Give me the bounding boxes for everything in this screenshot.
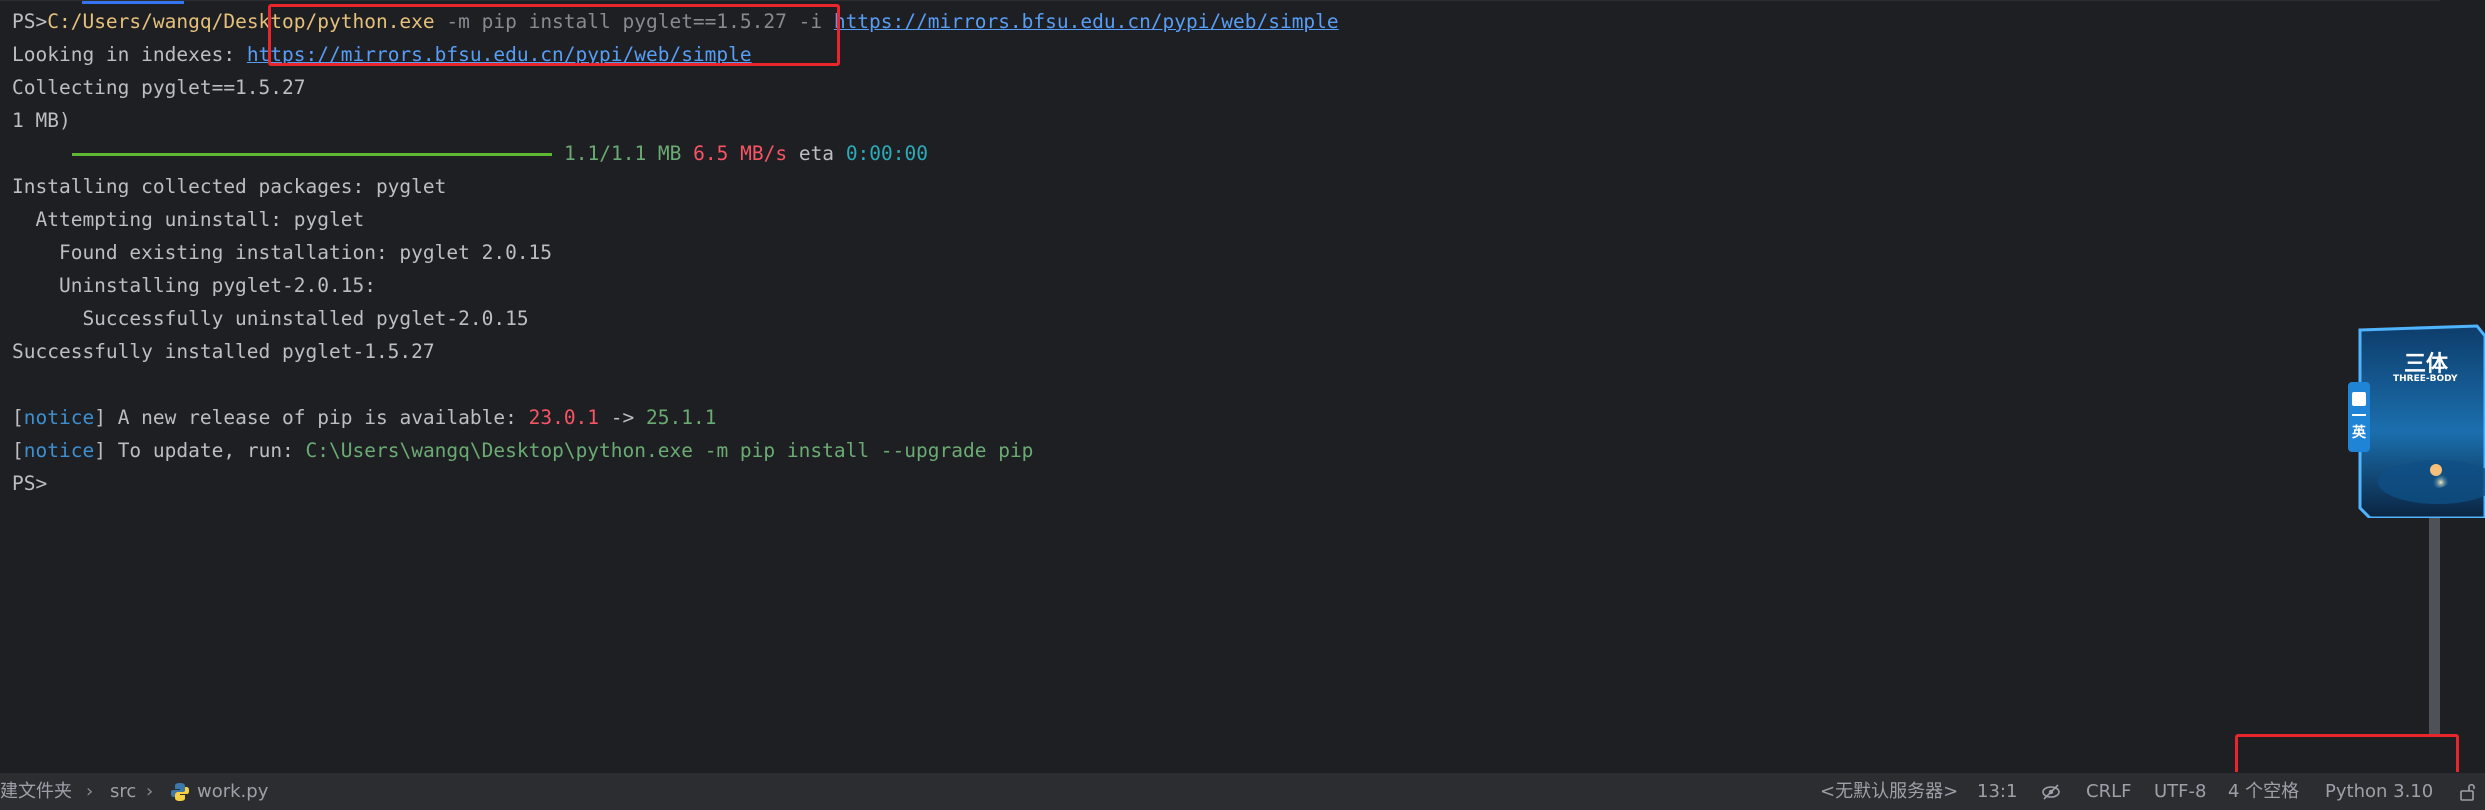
terminal-line: Successfully uninstalled pyglet-2.0.15 xyxy=(12,307,529,330)
breadcrumb-file[interactable]: work.py xyxy=(197,773,268,810)
terminal-prompt[interactable]: PS> xyxy=(12,469,47,499)
terminal-line: Attempting uninstall: pyglet xyxy=(12,208,365,231)
notice-line-release: [notice] A new release of pip is availab… xyxy=(12,406,717,429)
notice-line-update: [notice] To update, run: C:\Users\wangq\… xyxy=(12,439,1034,462)
terminal-line: 1 MB) xyxy=(12,109,71,132)
progress-speed: 6.5 MB/s xyxy=(693,142,788,165)
terminal-line: Successfully installed pyglet-1.5.27 xyxy=(12,340,435,363)
terminal-line: Collecting pyglet==1.5.27 xyxy=(12,76,306,99)
index-url-link[interactable]: https://mirrors.bfsu.edu.cn/pypi/web/sim… xyxy=(834,10,1339,33)
chevron-right-icon: › xyxy=(86,781,94,802)
download-progress: 1.1/1.1 MB 6.5 MB/s eta 0:00:00 xyxy=(72,139,928,169)
progress-eta: 0:00:00 xyxy=(845,142,928,165)
encoding-selector[interactable]: UTF-8 xyxy=(2154,773,2206,810)
terminal-line: Installing collected packages: pyglet xyxy=(12,175,447,198)
notice-tag: notice xyxy=(23,406,95,429)
ime-language-label[interactable]: 英 xyxy=(2350,422,2368,442)
server-selector[interactable]: <无默认服务器> xyxy=(1820,773,1958,810)
new-version: 25.1.1 xyxy=(646,406,717,429)
read-only-eye-icon[interactable] xyxy=(2040,773,2062,810)
python-file-icon xyxy=(170,773,190,810)
terminal-line: Found existing installation: pyglet 2.0.… xyxy=(12,241,553,264)
python-interpreter-selector[interactable]: Python 3.10 xyxy=(2325,773,2433,810)
line-ending-selector[interactable]: CRLF xyxy=(2086,773,2131,810)
widget-subtitle: THREE-BODY xyxy=(2393,374,2458,384)
caret-position[interactable]: 13:1 xyxy=(1977,773,2017,810)
highlight-box-command xyxy=(268,4,840,66)
progress-size: 1.1/1.1 MB xyxy=(564,142,682,165)
lock-icon[interactable] xyxy=(2459,773,2477,810)
chevron-right-icon: › xyxy=(146,781,154,802)
floating-ime-widget[interactable]: 三体 THREE-BODY 英 xyxy=(2348,322,2485,520)
upgrade-command: C:\Users\wangq\Desktop\python.exe -m pip… xyxy=(305,439,1034,462)
breadcrumb-folder[interactable]: 建文件夹 xyxy=(0,773,72,810)
terminal-line: Uninstalling pyglet-2.0.15: xyxy=(12,274,376,297)
notice-tag: notice xyxy=(23,439,95,462)
progress-bar xyxy=(72,153,552,156)
breadcrumb-src[interactable]: src xyxy=(110,773,136,810)
status-bar: 建文件夹 › src › work.py <无默认服务器> 13:1 CRLF … xyxy=(0,772,2485,810)
indent-selector[interactable]: 4 个空格 xyxy=(2228,773,2299,810)
old-version: 23.0.1 xyxy=(528,406,600,429)
active-tab-indicator xyxy=(82,1,184,4)
terminal-panel[interactable]: PS>C:/Users/wangq/Desktop/python.exe -m … xyxy=(0,0,2440,773)
